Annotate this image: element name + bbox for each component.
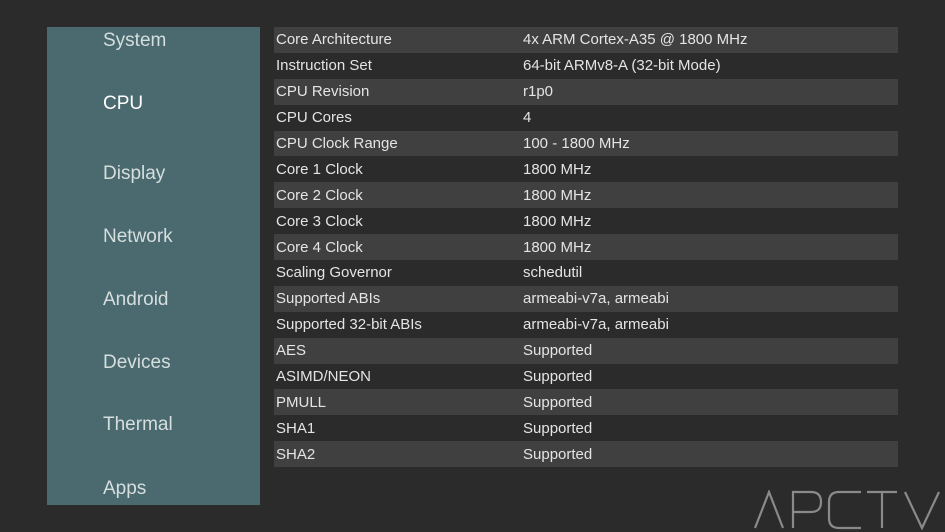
table-row: Core 3 Clock 1800 MHz — [274, 208, 898, 234]
row-value: Supported — [523, 393, 593, 411]
sidebar-item-android[interactable]: Android — [103, 288, 169, 312]
row-key: Core 3 Clock — [276, 212, 363, 230]
table-row: Core Architecture 4x ARM Cortex-A35 @ 18… — [274, 27, 898, 53]
row-key: SHA2 — [276, 445, 316, 463]
sidebar-item-thermal[interactable]: Thermal — [103, 413, 173, 437]
table-row: Core 4 Clock 1800 MHz — [274, 234, 898, 261]
table-row: CPU Clock Range 100 - 1800 MHz — [274, 130, 898, 157]
row-value: Supported — [523, 419, 593, 437]
sidebar-item-system[interactable]: System — [103, 29, 166, 53]
row-value: 1800 MHz — [523, 160, 592, 178]
row-value: 1800 MHz — [523, 238, 592, 256]
row-value: armeabi-v7a, armeabi — [523, 316, 669, 334]
row-key: Instruction Set — [276, 57, 372, 75]
row-value: 4 — [523, 109, 532, 127]
sidebar-item-apps[interactable]: Apps — [103, 477, 146, 501]
table-row: Instruction Set 64-bit ARMv8-A (32-bit M… — [274, 53, 898, 79]
row-key: ASIMD/NEON — [276, 368, 372, 386]
row-key: CPU Revision — [276, 83, 370, 101]
row-value: 4x ARM Cortex-A35 @ 1800 MHz — [523, 31, 748, 49]
row-value: 100 - 1800 MHz — [523, 135, 630, 152]
row-key: CPU Cores — [276, 109, 352, 127]
row-value: armeabi-v7a, armeabi — [523, 290, 669, 308]
row-key: Core Architecture — [276, 31, 392, 49]
sidebar-item-network[interactable]: Network — [103, 225, 173, 249]
row-value: Supported — [523, 342, 593, 360]
row-key: Core 1 Clock — [276, 160, 363, 178]
table-row: PMULL Supported — [274, 389, 898, 416]
row-value: schedutil — [523, 264, 583, 282]
row-value: Supported — [523, 368, 593, 386]
row-value: 1800 MHz — [523, 186, 592, 204]
sidebar-item-display[interactable]: Display — [103, 162, 165, 186]
row-key: Scaling Governor — [276, 264, 392, 282]
table-row: AES Supported — [274, 337, 898, 364]
row-value: r1p0 — [523, 83, 554, 101]
row-key: Supported 32-bit ABIs — [276, 316, 422, 334]
table-row: ASIMD/NEON Supported — [274, 364, 898, 390]
table-row: Core 2 Clock 1800 MHz — [274, 182, 898, 209]
screen: System CPU Display Network Android Devic… — [0, 0, 945, 532]
table-row: Supported ABIs armeabi-v7a, armeabi — [274, 285, 898, 312]
table-row: SHA1 Supported — [274, 415, 898, 441]
table-row: SHA2 Supported — [274, 441, 898, 468]
row-key: SHA1 — [276, 419, 316, 437]
sidebar: System CPU Display Network Android Devic… — [47, 27, 260, 505]
table-row: Supported 32-bit ABIs armeabi-v7a, armea… — [274, 312, 898, 338]
row-key: Core 2 Clock — [276, 186, 363, 204]
cpu-info-table: Core Architecture 4x ARM Cortex-A35 @ 18… — [274, 27, 898, 468]
table-row: CPU Cores 4 — [274, 105, 898, 131]
sidebar-item-cpu[interactable]: CPU — [103, 92, 143, 116]
row-key: Supported ABIs — [276, 290, 381, 308]
row-value: 1800 MHz — [523, 212, 592, 230]
row-key: CPU Clock Range — [276, 135, 398, 152]
table-row: Scaling Governor schedutil — [274, 260, 898, 286]
row-value: 64-bit ARMv8-A (32-bit Mode) — [523, 57, 721, 75]
apctv-watermark-logo — [753, 490, 940, 530]
table-row: Core 1 Clock 1800 MHz — [274, 156, 898, 182]
row-key: AES — [276, 342, 307, 360]
row-value: Supported — [523, 445, 593, 463]
row-key: Core 4 Clock — [276, 238, 363, 256]
table-row: CPU Revision r1p0 — [274, 78, 898, 105]
sidebar-item-devices[interactable]: Devices — [103, 351, 171, 375]
row-key: PMULL — [276, 393, 327, 411]
